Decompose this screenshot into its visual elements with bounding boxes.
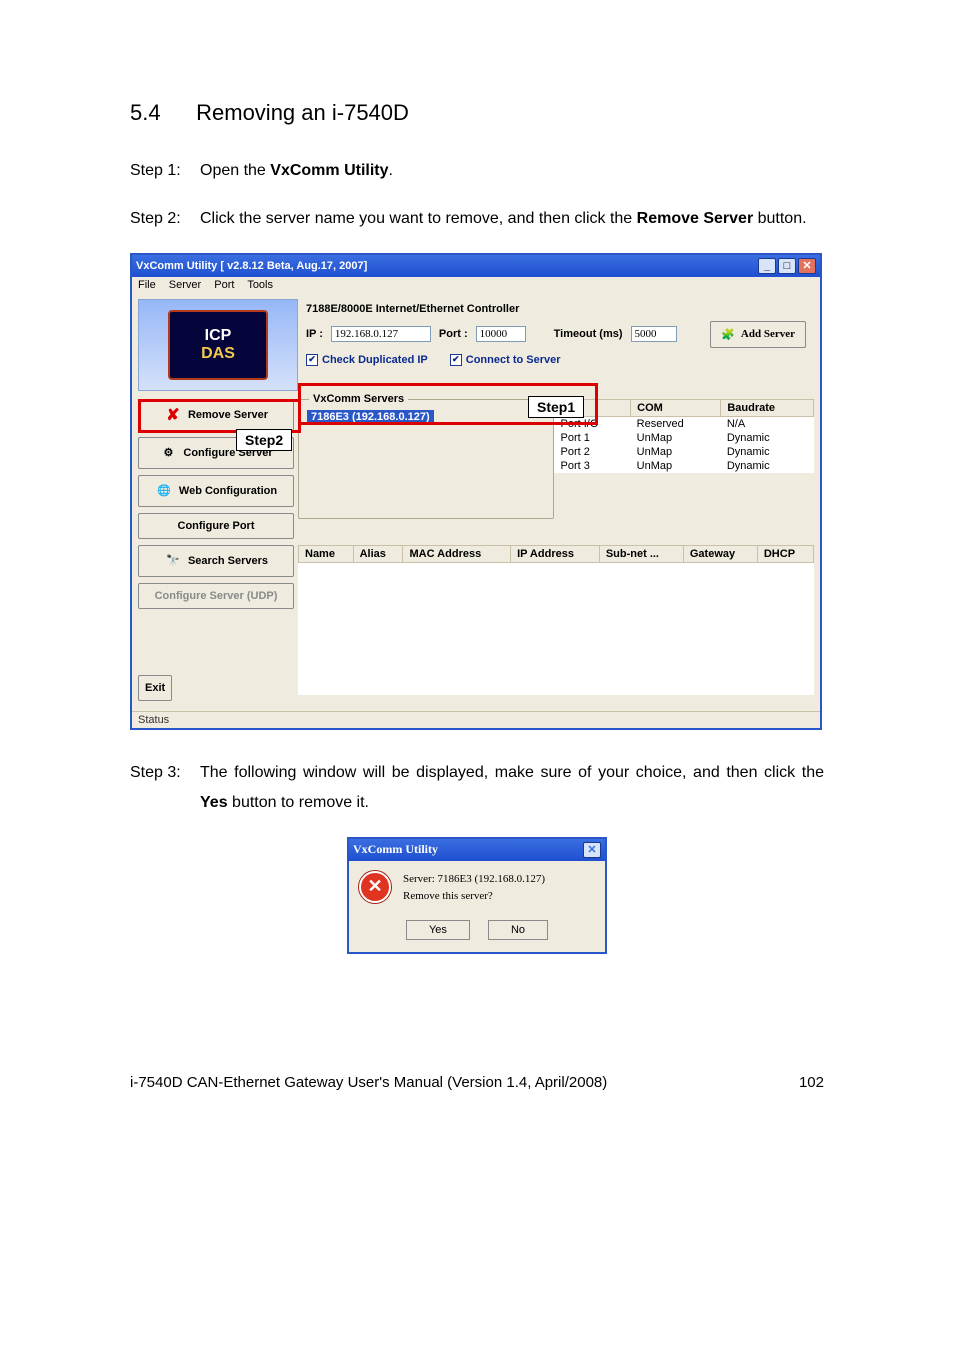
timeout-input[interactable] xyxy=(631,326,677,342)
section-number: 5.4 xyxy=(130,100,190,126)
search-col-header[interactable]: MAC Address xyxy=(403,545,511,562)
table-row[interactable]: Port 1UnMapDynamic xyxy=(555,431,814,445)
dialog-title: VxComm Utility xyxy=(353,842,583,857)
controller-title: 7188E/8000E Internet/Ethernet Controller xyxy=(306,303,806,315)
binoculars-icon: 🔭 xyxy=(164,552,182,570)
statusbar: Status xyxy=(132,711,820,728)
logo-icon: ICPDAS xyxy=(168,310,268,380)
confirm-dialog: VxComm Utility ✕ ✕ Server: 7186E3 (192.1… xyxy=(347,837,607,954)
exit-button[interactable]: Exit xyxy=(138,675,172,701)
groupbox-legend: VxComm Servers xyxy=(309,393,408,405)
baudrate-col-header[interactable]: Baudrate xyxy=(721,399,814,416)
search-col-header[interactable]: IP Address xyxy=(511,545,600,562)
port-table: Port COM Baudrate Port I/OReservedN/APor… xyxy=(554,399,814,473)
dialog-text: Server: 7186E3 (192.168.0.127) Remove th… xyxy=(403,871,545,906)
timeout-label: Timeout (ms) xyxy=(554,328,623,340)
add-server-button[interactable]: 🧩 Add Server xyxy=(710,321,806,348)
check-duplicated-ip-checkbox[interactable]: ✔Check Duplicated IP xyxy=(306,354,428,366)
error-icon: ✕ xyxy=(359,871,391,903)
menu-port[interactable]: Port xyxy=(214,279,234,291)
section-title: 5.4 Removing an i-7540D xyxy=(130,100,824,126)
step-2-label: Step 2: xyxy=(130,204,200,234)
com-col-header[interactable]: COM xyxy=(631,399,721,416)
menu-file[interactable]: File xyxy=(138,279,156,291)
search-table: NameAliasMAC AddressIP AddressSub-net ..… xyxy=(298,545,814,695)
search-col-header[interactable]: Gateway xyxy=(683,545,757,562)
maximize-icon[interactable]: □ xyxy=(778,258,796,274)
globe-icon: 🌐 xyxy=(155,482,173,500)
table-row[interactable]: Port 2UnMapDynamic xyxy=(555,445,814,459)
step-2-text: Click the server name you want to remove… xyxy=(200,204,824,234)
table-row[interactable]: Port 3UnMapDynamic xyxy=(555,459,814,473)
ip-input[interactable] xyxy=(331,326,431,342)
port-label: Port : xyxy=(439,328,468,340)
vxcomm-screenshot: VxComm Utility [ v2.8.12 Beta, Aug.17, 2… xyxy=(130,253,822,730)
configure-port-button[interactable]: Configure Port xyxy=(138,513,294,539)
ip-label: IP : xyxy=(306,328,323,340)
step-3: Step 3: The following window will be dis… xyxy=(130,758,824,819)
step-1-label: Step 1: xyxy=(130,156,200,186)
logo-box: ICPDAS xyxy=(138,299,298,391)
configure-server-udp-button[interactable]: Configure Server (UDP) xyxy=(138,583,294,609)
remove-icon: ✘ xyxy=(164,406,182,424)
dialog-close-icon[interactable]: ✕ xyxy=(583,842,601,858)
search-col-header[interactable]: Alias xyxy=(353,545,403,562)
search-col-header[interactable]: Sub-net ... xyxy=(599,545,683,562)
footer-text: i-7540D CAN-Ethernet Gateway User's Manu… xyxy=(130,1074,607,1091)
step-3-label: Step 3: xyxy=(130,758,200,819)
search-servers-button[interactable]: 🔭 Search Servers xyxy=(138,545,294,577)
footer-page: 102 xyxy=(799,1074,824,1091)
step1-callout: Step1 xyxy=(528,396,584,418)
port-input[interactable] xyxy=(476,326,526,342)
window-titlebar: VxComm Utility [ v2.8.12 Beta, Aug.17, 2… xyxy=(132,255,820,277)
menu-server[interactable]: Server xyxy=(169,279,201,291)
remove-server-button[interactable]: ✘ Remove Server xyxy=(138,399,294,431)
add-server-icon: 🧩 xyxy=(721,328,735,341)
step-3-text: The following window will be displayed, … xyxy=(200,758,824,819)
window-title: VxComm Utility [ v2.8.12 Beta, Aug.17, 2… xyxy=(136,260,758,272)
menubar: File Server Port Tools xyxy=(132,277,820,293)
dialog-no-button[interactable]: No xyxy=(488,920,548,940)
step-2: Step 2: Click the server name you want t… xyxy=(130,204,824,234)
server-tree-node[interactable]: 7186E3 (192.168.0.127) xyxy=(307,410,434,424)
connect-to-server-checkbox[interactable]: ✔Connect to Server xyxy=(450,354,561,366)
step-1: Step 1: Open the VxComm Utility. xyxy=(130,156,824,186)
table-row[interactable]: Port I/OReservedN/A xyxy=(555,416,814,431)
gear-icon: ⚙ xyxy=(159,444,177,462)
search-col-header[interactable]: DHCP xyxy=(757,545,813,562)
close-icon[interactable]: ✕ xyxy=(798,258,816,274)
vxcomm-servers-groupbox: VxComm Servers 7186E3 (192.168.0.127) xyxy=(298,399,554,519)
section-heading: Removing an i-7540D xyxy=(196,100,409,125)
step-1-text: Open the VxComm Utility. xyxy=(200,156,824,186)
search-col-header[interactable]: Name xyxy=(299,545,354,562)
web-configuration-button[interactable]: 🌐 Web Configuration xyxy=(138,475,294,507)
minimize-icon[interactable]: _ xyxy=(758,258,776,274)
dialog-yes-button[interactable]: Yes xyxy=(406,920,470,940)
menu-tools[interactable]: Tools xyxy=(247,279,273,291)
step2-callout: Step2 xyxy=(236,429,292,451)
page-footer: i-7540D CAN-Ethernet Gateway User's Manu… xyxy=(130,1074,824,1091)
dialog-titlebar: VxComm Utility ✕ xyxy=(349,839,605,861)
